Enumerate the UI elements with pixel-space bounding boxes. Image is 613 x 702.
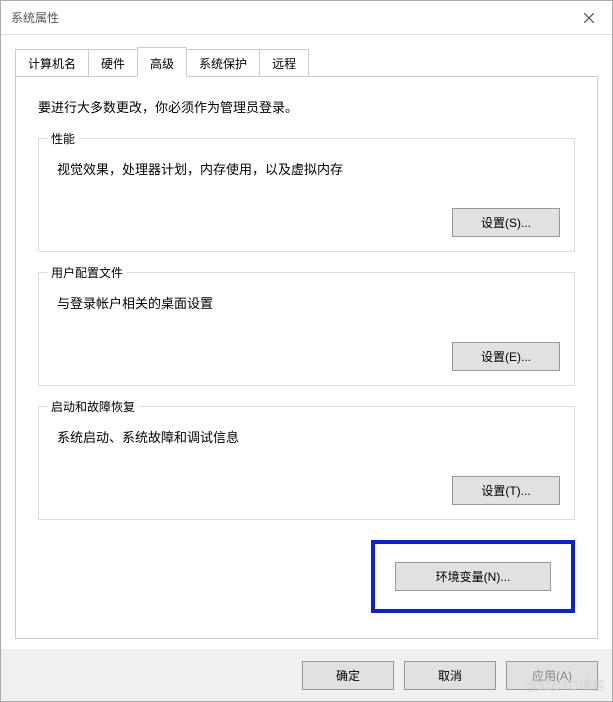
admin-info-text: 要进行大多数更改，你必须作为管理员登录。 xyxy=(38,97,575,116)
tab-remote[interactable]: 远程 xyxy=(259,49,309,76)
env-row: 环境变量(N)... xyxy=(38,540,575,613)
startup-desc: 系统启动、系统故障和调试信息 xyxy=(57,427,560,446)
dialog-footer: 确定 取消 应用(A) xyxy=(1,649,612,701)
titlebar: 系统属性 xyxy=(1,1,612,35)
apply-button[interactable]: 应用(A) xyxy=(506,661,598,690)
performance-settings-button[interactable]: 设置(S)... xyxy=(452,208,560,237)
close-button[interactable] xyxy=(566,1,612,35)
environment-variables-button[interactable]: 环境变量(N)... xyxy=(395,562,551,591)
system-properties-window: 系统属性 计算机名 硬件 高级 系统保护 远程 要进行大多数更改，你必须作为管理… xyxy=(0,0,613,702)
userprofile-desc: 与登录帐户相关的桌面设置 xyxy=(57,293,560,312)
tab-strip: 计算机名 硬件 高级 系统保护 远程 xyxy=(15,47,598,76)
performance-desc: 视觉效果，处理器计划，内存使用，以及虚拟内存 xyxy=(57,159,560,178)
tab-advanced[interactable]: 高级 xyxy=(137,47,187,77)
startup-legend: 启动和故障恢复 xyxy=(47,398,139,415)
window-title: 系统属性 xyxy=(11,9,59,26)
cancel-button[interactable]: 取消 xyxy=(404,661,496,690)
userprofile-legend: 用户配置文件 xyxy=(47,264,127,281)
userprofile-settings-button[interactable]: 设置(E)... xyxy=(452,342,560,371)
env-highlight-box: 环境变量(N)... xyxy=(371,540,575,613)
performance-group: 性能 视觉效果，处理器计划，内存使用，以及虚拟内存 设置(S)... xyxy=(38,138,575,252)
startup-settings-button[interactable]: 设置(T)... xyxy=(452,476,560,505)
tab-hardware[interactable]: 硬件 xyxy=(88,49,138,76)
startup-group: 启动和故障恢复 系统启动、系统故障和调试信息 设置(T)... xyxy=(38,406,575,520)
ok-button[interactable]: 确定 xyxy=(302,661,394,690)
userprofile-group: 用户配置文件 与登录帐户相关的桌面设置 设置(E)... xyxy=(38,272,575,386)
tab-system-protection[interactable]: 系统保护 xyxy=(186,49,260,76)
advanced-panel: 要进行大多数更改，你必须作为管理员登录。 性能 视觉效果，处理器计划，内存使用，… xyxy=(15,76,598,639)
performance-button-row: 设置(S)... xyxy=(53,208,560,237)
close-icon xyxy=(584,13,594,23)
tab-computer-name[interactable]: 计算机名 xyxy=(15,49,89,76)
startup-button-row: 设置(T)... xyxy=(53,476,560,505)
content-area: 计算机名 硬件 高级 系统保护 远程 要进行大多数更改，你必须作为管理员登录。 … xyxy=(1,35,612,649)
userprofile-button-row: 设置(E)... xyxy=(53,342,560,371)
performance-legend: 性能 xyxy=(47,130,79,147)
